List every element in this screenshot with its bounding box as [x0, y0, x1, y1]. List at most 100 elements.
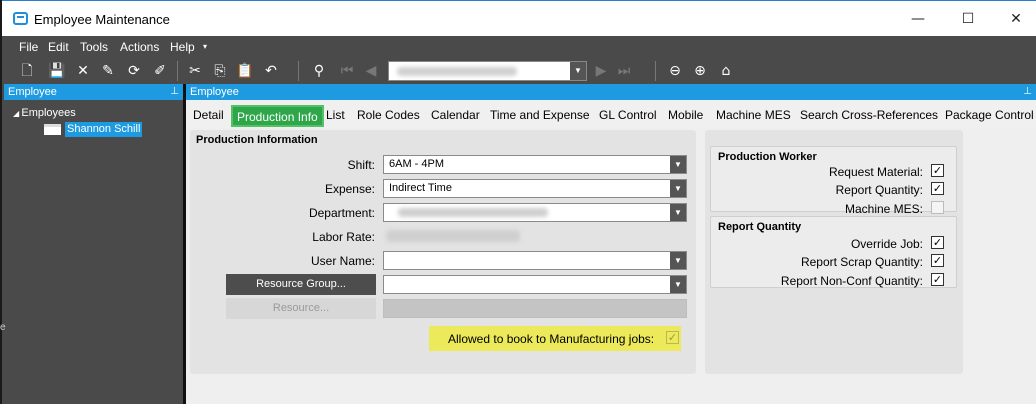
- resource-field: [383, 299, 687, 318]
- override-job-checkbox[interactable]: ✓: [931, 236, 944, 249]
- report-nonconf-label: Report Non-Conf Quantity:: [780, 274, 923, 288]
- next-record-icon[interactable]: ▶: [592, 62, 610, 80]
- chevron-down-icon[interactable]: ▼: [670, 204, 686, 221]
- tab-production-info[interactable]: Production Info: [231, 105, 324, 127]
- toolbar-separator: [655, 61, 656, 81]
- maximize-button[interactable]: ☐: [948, 8, 988, 30]
- production-worker-box: Production Worker Request Material: ✓ Re…: [710, 146, 957, 216]
- tab-package-control[interactable]: Package Control: [945, 108, 1034, 122]
- report-nonconf-checkbox[interactable]: ✓: [931, 273, 944, 286]
- pin-icon[interactable]: ⊥: [1023, 84, 1032, 100]
- machine-mes-label: Machine MES:: [844, 202, 923, 216]
- tab-mobile[interactable]: Mobile: [668, 108, 703, 122]
- desktop-edge: [0, 0, 2, 404]
- app-icon: [13, 12, 28, 25]
- tree-root[interactable]: ◢ Employees: [13, 107, 76, 119]
- expense-select[interactable]: Indirect Time ▼: [383, 179, 687, 198]
- production-information-group: Production Information Shift: 6AM - 4PM …: [190, 130, 696, 374]
- resource-group-button[interactable]: Resource Group...: [226, 274, 376, 295]
- resource-group-select[interactable]: ▼: [383, 275, 687, 294]
- refresh-icon[interactable]: ⟳: [125, 62, 143, 80]
- chevron-down-icon[interactable]: ▼: [670, 276, 686, 293]
- title-bar: Employee Maintenance — ☐ ✕: [2, 0, 1036, 36]
- attach-icon[interactable]: ✎: [99, 62, 117, 80]
- tab-calendar[interactable]: Calendar: [431, 108, 480, 122]
- close-button[interactable]: ✕: [996, 8, 1036, 30]
- worker-settings-group: Production Worker Request Material: ✓ Re…: [705, 130, 963, 374]
- tab-gl-control[interactable]: GL Control: [599, 108, 657, 122]
- tab-machine-mes[interactable]: Machine MES: [716, 108, 791, 122]
- chevron-down-icon[interactable]: ▼: [670, 156, 686, 173]
- forward-icon[interactable]: ⊕: [691, 62, 709, 80]
- left-panel-header: Employee ⊥: [4, 84, 183, 100]
- menu-help[interactable]: Help: [170, 40, 195, 54]
- tab-list[interactable]: List: [326, 108, 345, 122]
- department-select[interactable]: ▼: [383, 203, 687, 222]
- department-label: Department:: [308, 206, 375, 220]
- tab-bar: Detail Production Info List Role Codes C…: [186, 104, 1036, 128]
- paste-icon[interactable]: 📋: [236, 62, 254, 80]
- previous-record-icon[interactable]: ◀: [362, 62, 380, 80]
- request-material-label: Request Material:: [828, 165, 923, 179]
- manufacturing-highlight: Allowed to book to Manufacturing jobs: ✓: [429, 326, 681, 351]
- menu-bar: File Edit Tools Actions Help ▾: [8, 36, 1036, 58]
- report-scrap-label: Report Scrap Quantity:: [800, 255, 923, 269]
- toolbar-separator: [298, 61, 299, 81]
- copy-icon[interactable]: ⎘: [211, 62, 229, 80]
- menu-actions[interactable]: Actions: [120, 40, 159, 54]
- window-title: Employee Maintenance: [34, 12, 170, 27]
- manufacturing-label: Allowed to book to Manufacturing jobs:: [448, 332, 655, 346]
- chevron-down-icon[interactable]: ▼: [670, 252, 686, 269]
- redacted-record: [397, 67, 517, 76]
- tab-detail[interactable]: Detail: [193, 108, 224, 122]
- report-scrap-checkbox[interactable]: ✓: [931, 254, 944, 267]
- new-icon[interactable]: 🗋: [18, 62, 36, 80]
- cut-icon[interactable]: ✂: [186, 62, 204, 80]
- machine-mes-checkbox[interactable]: [931, 201, 944, 214]
- report-quantity-checkbox[interactable]: ✓: [931, 182, 944, 195]
- tab-search-cross-references[interactable]: Search Cross-References: [800, 108, 938, 122]
- menu-file[interactable]: File: [19, 40, 38, 54]
- save-icon[interactable]: 💾: [48, 62, 66, 80]
- manufacturing-checkbox[interactable]: ✓: [666, 331, 679, 344]
- record-navigator[interactable]: ▼: [388, 61, 587, 81]
- report-quantity-label: Report Quantity:: [835, 183, 923, 197]
- expense-label: Expense:: [324, 182, 375, 196]
- clear-icon[interactable]: ✐: [151, 62, 169, 80]
- request-material-checkbox[interactable]: ✓: [931, 164, 944, 177]
- override-job-label: Override Job:: [850, 237, 923, 251]
- right-panel: Employee ⊥ Detail Production Info List R…: [186, 84, 1036, 404]
- selected-employee[interactable]: Shannon Schill: [65, 122, 143, 137]
- production-information-title: Production Information: [196, 134, 318, 146]
- last-record-icon[interactable]: ⏭: [615, 62, 633, 80]
- right-panel-title: Employee: [190, 86, 239, 98]
- right-panel-header: Employee ⊥: [186, 84, 1036, 100]
- user-name-select[interactable]: ▼: [383, 251, 687, 270]
- pin-icon[interactable]: ⊥: [170, 84, 179, 100]
- production-worker-title: Production Worker: [718, 151, 817, 163]
- menu-tools[interactable]: Tools: [80, 40, 108, 54]
- toolbar: 🗋 💾 ✕ ✎ ⟳ ✐ ✂ ⎘ 📋 ↶ ⚲ ⏮ ◀ ▼ ▶ ⏭ ⊖ ⊕ ⌂: [8, 58, 1036, 84]
- minimize-button[interactable]: —: [898, 8, 938, 30]
- shift-select[interactable]: 6AM - 4PM ▼: [383, 155, 687, 174]
- chevron-down-icon[interactable]: ▼: [570, 62, 586, 80]
- home-icon[interactable]: ⌂: [717, 62, 735, 80]
- shift-label: Shift:: [347, 158, 375, 172]
- chevron-down-icon[interactable]: ▼: [670, 180, 686, 197]
- shift-value: 6AM - 4PM: [389, 158, 445, 170]
- menu-overflow-icon[interactable]: ▾: [203, 42, 207, 51]
- menu-edit[interactable]: Edit: [48, 40, 69, 54]
- undo-icon[interactable]: ↶: [262, 62, 280, 80]
- first-record-icon[interactable]: ⏮: [338, 62, 356, 80]
- resource-button[interactable]: Resource...: [226, 298, 376, 319]
- redacted-department: [398, 208, 548, 217]
- left-panel: Employee ⊥ ◢ Employees Shannon Schill: [4, 84, 183, 404]
- report-quantity-title: Report Quantity: [718, 221, 802, 233]
- delete-icon[interactable]: ✕: [74, 62, 92, 80]
- tab-time-and-expense[interactable]: Time and Expense: [490, 108, 590, 122]
- back-icon[interactable]: ⊖: [666, 62, 684, 80]
- tab-role-codes[interactable]: Role Codes: [357, 108, 420, 122]
- labor-rate-label: Labor Rate:: [312, 230, 375, 244]
- app-window: Employee Maintenance — ☐ ✕ File Edit Too…: [0, 0, 1036, 404]
- search-icon[interactable]: ⚲: [310, 62, 328, 80]
